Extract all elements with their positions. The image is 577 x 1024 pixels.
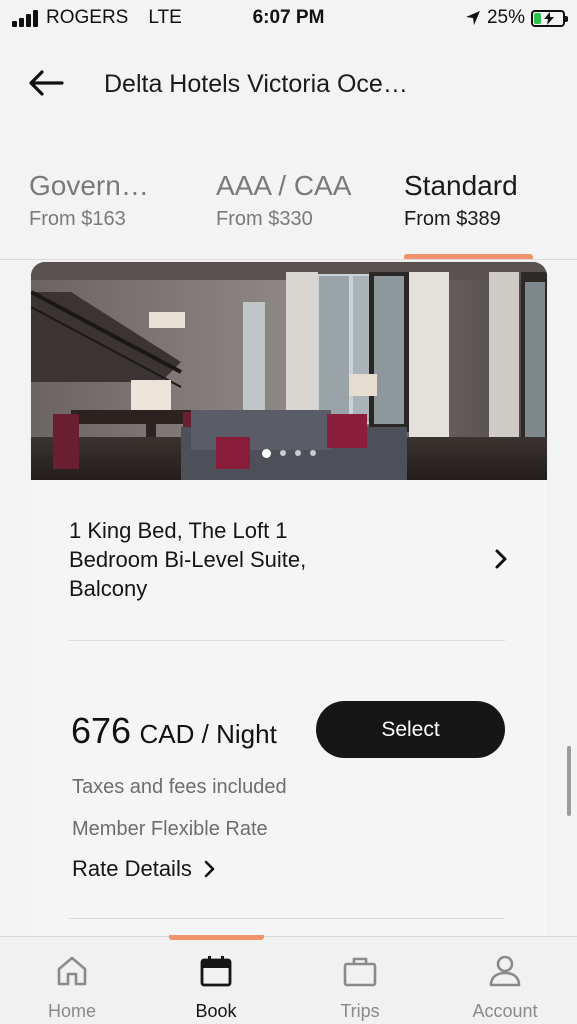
tab-name: Govern… — [29, 170, 149, 201]
tab-aaa-caa[interactable]: AAA / CAA From $330 — [216, 170, 351, 231]
nav-trips[interactable]: Trips — [288, 937, 432, 1024]
nav-label: Book — [195, 1001, 237, 1021]
divider — [69, 640, 505, 641]
taxes-note: Taxes and fees included — [72, 776, 287, 798]
room-title[interactable]: 1 King Bed, The Loft 1 Bedroom Bi-Level … — [69, 516, 409, 603]
nav-label: Account — [472, 1001, 538, 1021]
price-amount: 676 — [71, 710, 132, 751]
home-icon — [57, 956, 87, 986]
select-button[interactable]: Select — [316, 701, 505, 758]
bottom-nav: Home Book Trips Account — [0, 935, 577, 1024]
location-arrow-icon — [465, 11, 480, 25]
briefcase-icon — [343, 957, 377, 987]
tab-price: From $330 — [216, 208, 313, 230]
carousel-dots[interactable] — [31, 449, 547, 458]
arrow-left-icon[interactable] — [26, 68, 66, 98]
battery-icon — [531, 9, 568, 27]
tab-government[interactable]: Govern… From $163 — [29, 170, 149, 231]
rate-details-label: Rate Details — [72, 856, 192, 881]
status-bar: ROGERS LTE 6:07 PM 25% — [0, 0, 577, 40]
tab-name: Standard — [404, 170, 518, 201]
nav-book[interactable]: Book — [144, 937, 288, 1024]
room-title-line: Bedroom Bi-Level Suite, — [69, 547, 307, 572]
nav-home[interactable]: Home — [0, 937, 144, 1024]
person-icon — [489, 955, 521, 987]
rate-type: Member Flexible Rate — [72, 818, 268, 840]
chevron-right-icon[interactable] — [491, 548, 511, 570]
status-right: 25% — [465, 7, 568, 29]
room-title-line: 1 King Bed, The Loft 1 — [69, 518, 288, 543]
tab-price: From $389 — [404, 208, 501, 230]
room-card: 1 King Bed, The Loft 1 Bedroom Bi-Level … — [31, 262, 547, 942]
carousel-dot[interactable] — [262, 449, 271, 458]
nav-label: Home — [47, 1001, 96, 1021]
tab-standard[interactable]: Standard From $389 — [404, 170, 518, 231]
nightly-price: 676 CAD / Night — [71, 710, 277, 752]
chevron-right-icon — [204, 860, 215, 878]
battery-percent: 25% — [486, 7, 525, 28]
carousel-dot[interactable] — [295, 450, 301, 456]
rate-tabs: Govern… From $163 AAA / CAA From $330 St… — [0, 170, 577, 260]
nav-account[interactable]: Account — [433, 937, 577, 1024]
calendar-icon — [200, 956, 232, 987]
room-title-line: Balcony — [69, 576, 148, 601]
page-header: Delta Hotels Victoria Oce… — [0, 58, 577, 112]
carousel-dot[interactable] — [310, 450, 316, 456]
carousel-dot[interactable] — [280, 450, 286, 456]
tab-name: AAA / CAA — [216, 170, 352, 201]
divider — [69, 918, 505, 919]
scrollbar[interactable] — [567, 746, 571, 816]
nav-label: Trips — [340, 1001, 380, 1021]
tab-price: From $163 — [29, 208, 126, 230]
rate-details-link[interactable]: Rate Details — [72, 856, 216, 882]
active-tab-indicator — [404, 254, 533, 259]
price-unit: CAD / Night — [139, 719, 277, 749]
page-title: Delta Hotels Victoria Oce… — [104, 70, 408, 98]
room-photo[interactable] — [31, 262, 547, 480]
